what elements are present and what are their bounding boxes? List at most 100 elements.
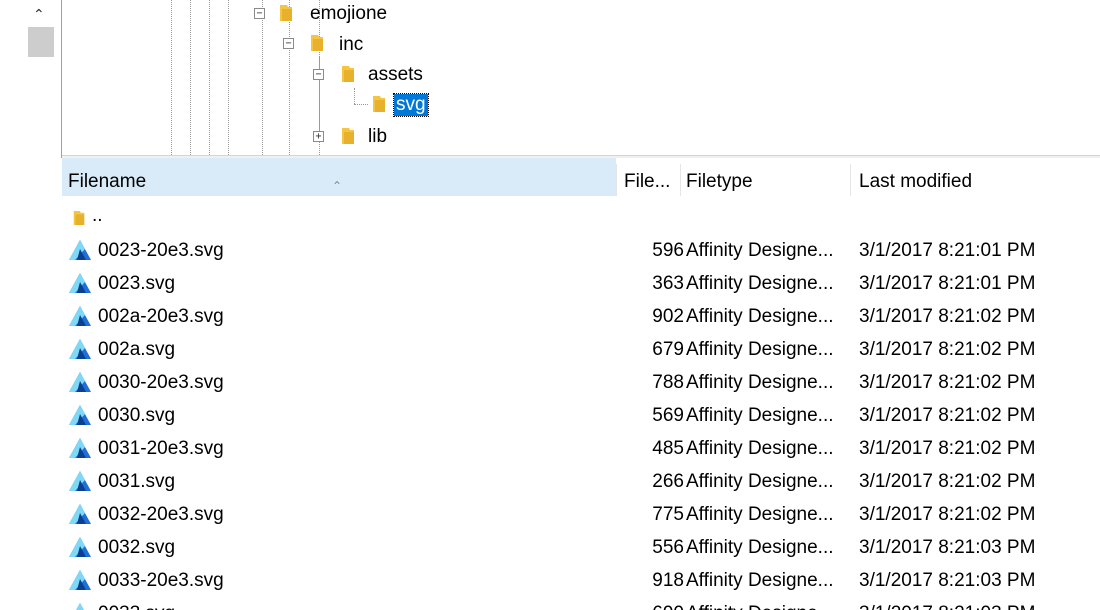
list-item-file[interactable]: 0031.svg 266 Affinity Designe... 3/1/2017 8… [62,465,1100,498]
file-last-modified: 3/1/2017 8:21:02 PM [859,405,1036,426]
affinity-designer-file-icon [69,537,91,557]
tree-node-label: assets [368,64,423,85]
tree-node-label: lib [368,126,388,147]
list-item-file[interactable]: 0031-20e3.svg 485 Affinity Designe... 3/1/2… [62,432,1100,465]
file-type: Affinity Designe... [686,570,834,591]
affinity-designer-file-icon [69,273,91,293]
file-type: Affinity Designe... [686,339,834,360]
affinity-designer-file-icon [69,372,91,392]
file-size: 363 [652,273,684,294]
file-last-modified: 3/1/2017 8:21:02 PM [859,306,1036,327]
file-last-modified: 3/1/2017 8:21:03 PM [859,570,1036,591]
list-item-parent-directory[interactable]: .. [62,201,1100,234]
tree-node-label-selected: svg [393,93,429,117]
chevron-up-icon[interactable]: ⌃ [33,6,45,23]
tree-node-label: emojione [310,3,388,24]
file-name: 0033-20e3.svg [98,570,224,591]
file-type: Affinity Designe... [686,306,834,327]
column-header-label: Filetype [686,171,753,192]
file-type: Affinity Designe... [686,504,834,525]
file-last-modified: 3/1/2017 8:21:01 PM [859,273,1036,294]
list-item-file[interactable]: 0033.svg 690Affinity Designe... 3/1/2017 8… [62,597,1100,610]
folder-icon [280,5,292,21]
file-type: Affinity Designe... [686,438,834,459]
file-list[interactable]: Filename ⌃ File... Filetype Last modifie… [62,158,1100,610]
scrollbar-thumb[interactable] [28,27,54,57]
affinity-designer-file-icon [76,603,84,610]
file-last-modified: 3/1/2017 8:21:03 PM [859,537,1036,558]
file-size: 679 [652,339,684,360]
affinity-designer-file-icon [69,438,91,458]
file-type: Affinity Designe... [686,537,834,558]
file-size: 556 [652,537,684,558]
file-size: 569 [652,405,684,426]
expand-icon[interactable]: + [313,131,324,142]
folder-icon [311,35,323,51]
file-type: Affinity Designe... [686,405,834,426]
file-name: 0033.svg [98,597,175,610]
file-name: 0031-20e3.svg [98,438,224,459]
list-item-file[interactable]: 0033-20e3.svg 918 Affinity Designe... 3/1/2… [62,564,1100,597]
column-header-filesize[interactable]: File... [618,158,684,196]
column-divider[interactable] [616,164,617,196]
file-last-modified: 3/1/2017 8:21:02 PM [859,339,1036,360]
file-type: Affinity Designe... [686,240,834,261]
file-name: 0032.svg [98,537,176,558]
file-name: 0031.svg [98,471,176,492]
list-item-file[interactable]: 0023.svg 363 Affinity Designe... 3/1/2017 8… [62,267,1100,300]
affinity-designer-file-icon [69,339,91,359]
file-last-modified: 3/1/2017 8:21:01 PM [859,240,1036,261]
file-name: 0023-20e3.svg [98,240,224,261]
directory-tree[interactable]: − emojione − inc − assets svg + lib [62,0,1100,155]
folder-icon [342,66,354,82]
file-size: 596 [652,240,684,261]
file-type: Affinity Designe... [686,597,834,610]
file-type: Affinity Designe... [686,273,834,294]
file-name: 0023.svg [98,273,176,294]
file-size: 485 [652,438,684,459]
list-item-file[interactable]: 002a.svg 679 Affinity Designe... 3/1/2017 8… [62,333,1100,366]
file-last-modified: 3/1/2017 8:21:03 PM [859,597,1035,610]
column-header-filetype[interactable]: Filetype [680,158,850,196]
column-header-label: Filename [68,171,147,192]
list-item-file[interactable]: 0030-20e3.svg 788 Affinity Designe... 3/1/2… [62,366,1100,399]
file-type: Affinity Designe... [686,471,834,492]
collapse-icon[interactable]: − [283,38,294,49]
file-name: 0030.svg [98,405,176,426]
folder-icon [342,128,354,144]
list-item-file[interactable]: 0023-20e3.svg 596 Affinity Designe... 3/1/2… [62,234,1100,267]
parent-directory-label: .. [92,205,103,226]
list-item-file[interactable]: 0030.svg 569 Affinity Designe... 3/1/2017 8… [62,399,1100,432]
file-name: 0032-20e3.svg [98,504,224,525]
file-size: 788 [652,372,684,393]
list-header: Filename ⌃ File... Filetype Last modifie… [62,158,1100,196]
file-name: 002a.svg [98,339,176,360]
file-size: 266 [652,471,684,492]
list-item-file[interactable]: 002a-20e3.svg 902 Affinity Designe... 3/1/2… [62,300,1100,333]
list-item-file[interactable]: 0032-20e3.svg 775 Affinity Designe... 3/1/2… [62,498,1100,531]
affinity-designer-file-icon [69,471,91,491]
affinity-designer-file-icon [69,240,91,260]
file-last-modified: 3/1/2017 8:21:02 PM [859,471,1036,492]
file-last-modified: 3/1/2017 8:21:02 PM [859,438,1036,459]
column-header-last-modified[interactable]: Last modified [853,158,1100,196]
column-header-filename[interactable]: Filename ⌃ [62,158,616,196]
file-last-modified: 3/1/2017 8:21:02 PM [859,372,1036,393]
file-size: 690 [618,597,684,610]
list-item-file[interactable]: 0032.svg 556 Affinity Designe... 3/1/2017 8… [62,531,1100,564]
affinity-designer-file-icon [69,405,91,425]
affinity-designer-file-icon [69,570,91,590]
column-header-label: Last modified [859,171,973,192]
file-last-modified: 3/1/2017 8:21:02 PM [859,504,1036,525]
collapse-icon[interactable]: − [313,69,324,80]
folder-icon [373,96,385,112]
affinity-designer-file-icon [69,306,91,326]
tree-node-label: inc [339,34,364,55]
affinity-designer-file-icon [69,504,91,524]
file-type: Affinity Designe... [686,372,834,393]
collapse-icon[interactable]: − [254,8,265,19]
left-scrollbar[interactable]: ⌃ [0,0,62,610]
file-size: 918 [652,570,684,591]
file-name: 0030-20e3.svg [98,372,224,393]
column-divider[interactable] [850,164,851,196]
